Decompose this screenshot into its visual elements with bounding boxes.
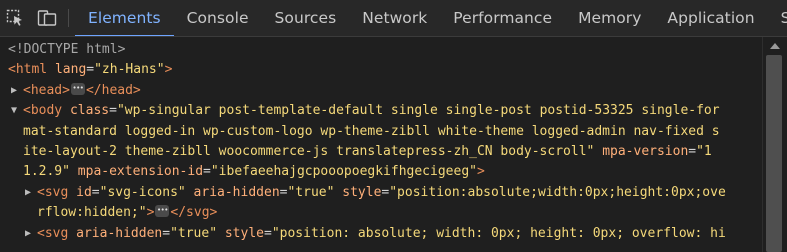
tab-network[interactable]: Network <box>349 0 440 36</box>
scrollbar-thumb[interactable] <box>766 55 782 252</box>
svg-tag: <svg <box>37 184 69 200</box>
attr-value: mat-standard logged-in wp-custom-logo wp… <box>23 123 720 139</box>
attr-value: "1 <box>696 143 712 159</box>
tree-line-doctype[interactable]: <!DOCTYPE html> <box>0 40 762 60</box>
tab-performance[interactable]: Performance <box>440 0 565 36</box>
ellipsis-icon[interactable] <box>155 200 170 221</box>
attr-name: lang <box>54 62 87 78</box>
inspect-element-icon[interactable] <box>2 0 28 36</box>
attr-value: "position:absolute;width:0px;height:0px;… <box>389 184 726 200</box>
svg-tag: <svg <box>37 225 69 241</box>
tag-bracket: > <box>476 164 485 180</box>
scroll-up-arrow-icon[interactable] <box>770 43 780 49</box>
attr-name: class <box>69 103 110 119</box>
attr-name: aria-hidden <box>76 225 163 241</box>
head-tag: <head> <box>23 82 70 98</box>
tree-line-body-wrap: mat-standard logged-in wp-custom-logo wp… <box>0 122 762 142</box>
attr-value: ite-layout-2 theme-zibll woocommerce-js … <box>23 143 595 159</box>
attr-name: id <box>76 184 92 200</box>
tab-elements[interactable]: Elements <box>75 0 174 36</box>
toolbar-divider <box>68 9 69 27</box>
attr-value: "wp-singular post-template-default singl… <box>116 103 720 119</box>
attr-name: mpa-extension-id <box>77 164 204 180</box>
attr-value: "position: absolute; width: 0px; height:… <box>271 225 726 241</box>
expand-triangle-icon[interactable]: ▶ <box>9 81 19 101</box>
device-toolbar-icon[interactable] <box>34 0 60 36</box>
tree-line-svg[interactable]: ▶ <svg aria-hidden="true" style="position… <box>0 224 762 244</box>
tag-bracket: > <box>164 62 173 78</box>
devtools-tab-bar: Elements Console Sources Network Perform… <box>0 0 787 37</box>
tree-line-html[interactable]: <html lang="zh-Hans"> <box>0 60 762 80</box>
attr-value: "ibefaeehajgcpooopoegkifhgecigeeg" <box>210 164 477 180</box>
tree-line-svg-icons[interactable]: ▶ <svg id="svg-icons" aria-hidden="true" … <box>0 183 762 203</box>
body-tag: <body <box>23 103 63 119</box>
tab-application[interactable]: Application <box>654 0 767 36</box>
svg-close-tag: </svg> <box>170 205 218 221</box>
tag-bracket: > <box>146 205 155 221</box>
attr-name: style <box>224 225 264 241</box>
attr-value: rflow:hidden;" <box>37 205 147 221</box>
vertical-scrollbar[interactable] <box>762 37 787 252</box>
tree-line-body-wrap: 1.2.9" mpa-extension-id="ibefaeehajgcpoo… <box>23 164 485 180</box>
tab-security[interactable]: Sec <box>768 0 787 36</box>
attr-name: mpa-version <box>602 143 689 159</box>
expand-triangle-icon[interactable]: ▶ <box>23 224 33 244</box>
collapse-triangle-icon[interactable]: ▼ <box>9 101 19 121</box>
attr-value: "svg-icons" <box>99 184 186 200</box>
attr-value: 1.2.9" <box>23 164 70 180</box>
tree-line-head[interactable]: ▶<head> </head> <box>0 78 762 101</box>
html-tag: <html <box>8 62 48 78</box>
attr-name: aria-hidden <box>193 184 280 200</box>
ellipsis-icon[interactable] <box>70 78 85 98</box>
dom-tree: <!DOCTYPE html> <html lang="zh-Hans"> ▶ <… <box>0 37 762 252</box>
tab-memory[interactable]: Memory <box>565 0 654 36</box>
tree-line-svg-icons-wrap: rflow:hidden;"> </svg> <box>0 200 762 223</box>
attr-name: style <box>342 184 382 200</box>
expand-triangle-icon[interactable]: ▶ <box>23 183 33 203</box>
doctype-node: <!DOCTYPE html> <box>8 42 126 57</box>
tab-sources[interactable]: Sources <box>262 0 350 36</box>
head-close-tag: </head> <box>85 82 141 98</box>
tree-line-body-wrap: ite-layout-2 theme-zibll woocommerce-js … <box>23 143 712 159</box>
tab-console[interactable]: Console <box>174 0 262 36</box>
attr-value: "zh-Hans" <box>94 62 165 78</box>
attr-value: "true" <box>170 225 218 241</box>
attr-value: "true" <box>287 184 335 200</box>
tree-line-body[interactable]: ▼ <body class="wp-singular post-template-… <box>0 101 762 121</box>
